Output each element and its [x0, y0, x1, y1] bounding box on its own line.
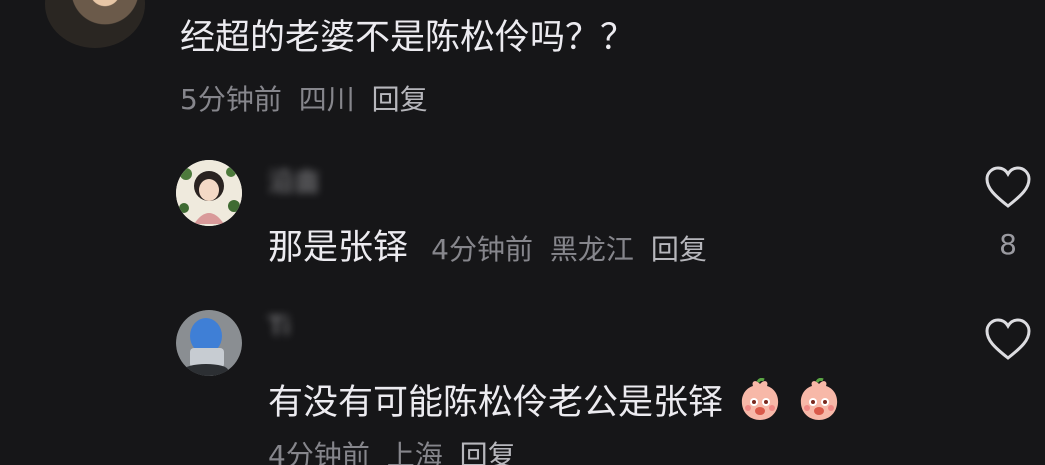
reply-text: 那是张铎 4分钟前 黑龙江 回复 [268, 228, 707, 268]
avatar-illustration [176, 310, 242, 376]
reply-time: 4分钟前 [431, 233, 533, 266]
comment-time: 5分钟前 [180, 83, 282, 116]
heart-outline-icon[interactable] [984, 317, 1032, 361]
comment-meta: 5分钟前 四川 回复 [180, 84, 428, 116]
reply-content: 那是张铎 [268, 228, 409, 268]
comment-list: 经超的老婆不是陈松伶吗？？ 5分钟前 四川 回复 沿亩 那是张铎 4分钟前 黑龙… [0, 0, 1045, 465]
reply-location: 上海 [386, 439, 443, 465]
avatar[interactable] [45, 0, 145, 48]
reply-time: 4分钟前 [268, 439, 370, 465]
comment-text: 经超的老婆不是陈松伶吗？？ [180, 18, 636, 58]
reply-location: 黑龙江 [549, 233, 634, 266]
reply-meta: 4分钟前 黑龙江 回复 [431, 233, 707, 266]
like-count: 8 [999, 228, 1017, 261]
avatar[interactable] [176, 160, 242, 226]
reply-button[interactable]: 回复 [651, 233, 707, 266]
username[interactable]: Ti [268, 312, 290, 342]
avatar-illustration [176, 160, 242, 226]
peach-shy-emoji [801, 378, 838, 420]
avatar[interactable] [176, 310, 242, 376]
reply-button[interactable]: 回复 [372, 83, 428, 116]
comment-location: 四川 [298, 83, 355, 116]
reply-text: 有没有可能陈松伶老公是张铎 [268, 378, 841, 423]
username[interactable]: 沿亩 [268, 162, 320, 199]
reply-content: 有没有可能陈松伶老公是张铎 [268, 383, 724, 423]
heart-outline-icon[interactable] [984, 165, 1032, 209]
reply-meta: 4分钟前 上海 回复 [268, 440, 516, 465]
peach-shy-emoji [742, 378, 779, 420]
reply-button[interactable]: 回复 [460, 439, 516, 465]
